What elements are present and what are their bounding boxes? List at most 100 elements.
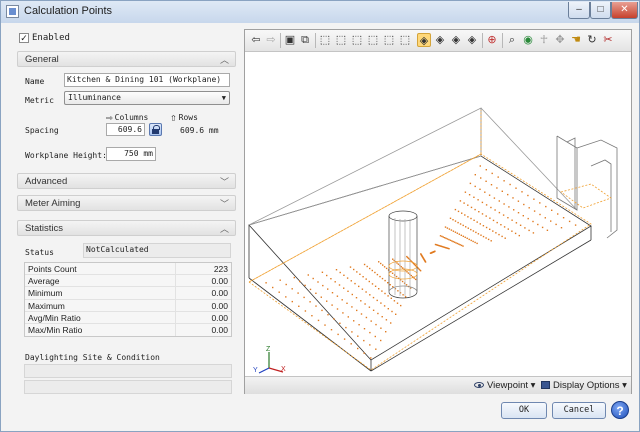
arrow-right-icon[interactable]: ⇨ <box>264 33 278 47</box>
calculation-point <box>317 319 320 322</box>
calculation-point <box>444 237 446 239</box>
crosshair-icon[interactable]: ⊕ <box>485 33 499 47</box>
chevron-down-icon: ﹀ <box>219 177 229 187</box>
stat-value: 0.00 <box>211 288 228 299</box>
calculation-point <box>375 323 377 326</box>
view-cube-left-icon[interactable]: ⬚ <box>350 33 364 47</box>
calculation-point <box>385 267 388 270</box>
maximize-button[interactable]: □ <box>590 2 611 19</box>
stat-label: Points Count <box>28 264 77 274</box>
workplane-height-input[interactable]: 750 mm <box>106 147 156 161</box>
calculation-point <box>488 194 491 196</box>
cancel-button[interactable]: Cancel <box>552 402 606 419</box>
display-options-menu[interactable]: Display Options ▾ <box>541 380 627 391</box>
zoom-extents-icon[interactable]: ◉ <box>521 33 535 47</box>
rotate-icon[interactable]: ↻ <box>585 33 599 47</box>
calculation-point <box>265 282 267 284</box>
hand-icon[interactable]: ☚ <box>569 33 583 47</box>
rows-direction-button[interactable]: ⇧ Rows <box>170 111 198 124</box>
walk-icon[interactable]: ☥ <box>537 33 551 47</box>
calculation-point <box>481 213 484 215</box>
pan-icon[interactable]: ✥ <box>553 33 567 47</box>
calculation-point <box>450 229 453 231</box>
enabled-label: Enabled <box>32 33 70 43</box>
calculation-point <box>363 352 365 354</box>
copy-icon[interactable]: ⧉ <box>298 33 312 47</box>
view-cube-top-icon[interactable]: ⬚ <box>382 33 396 47</box>
calculation-point <box>495 232 497 234</box>
view-iso-front-icon[interactable]: ◈ <box>417 33 431 47</box>
calculation-point <box>508 206 510 208</box>
calculation-point <box>474 174 476 176</box>
view-cube-front-icon[interactable]: ⬚ <box>318 33 332 47</box>
wall-edge <box>480 107 578 211</box>
view-cube-back-icon[interactable]: ⬚ <box>334 33 348 47</box>
calculation-point <box>544 217 546 219</box>
spacing-columns-input[interactable]: 609.6 <box>106 123 145 136</box>
calculation-point <box>473 196 475 198</box>
name-input[interactable]: Kitchen & Dining 101 (Workplane) <box>64 73 230 87</box>
calculation-point <box>393 259 395 262</box>
table-row: Points Count 223 <box>25 263 231 276</box>
meter-aiming-section-header[interactable]: Meter Aiming ﹀ <box>17 195 236 211</box>
advanced-section-header[interactable]: Advanced ﹀ <box>17 173 236 189</box>
calculation-point <box>474 208 476 211</box>
zoom-icon[interactable]: ⌕ <box>505 33 519 47</box>
calculation-point <box>393 300 396 302</box>
calculation-point <box>335 269 338 271</box>
title-bar[interactable]: Calculation Points – □ ✕ <box>1 1 639 23</box>
calculation-point <box>475 231 477 234</box>
minimize-button[interactable]: – <box>568 2 590 19</box>
calculation-point <box>574 224 577 226</box>
enabled-checkbox[interactable]: ✓ <box>19 33 29 43</box>
calculation-point <box>366 265 368 268</box>
metric-select[interactable]: Illuminance ▼ <box>64 91 230 105</box>
calculation-point <box>504 237 506 239</box>
stat-value: 0.00 <box>211 324 228 335</box>
calculation-point <box>527 217 529 220</box>
calculation-point <box>485 237 487 239</box>
calculation-point <box>309 301 311 303</box>
workplane-height-label: Workplane Height: <box>25 151 107 160</box>
lock-icon[interactable] <box>149 123 162 136</box>
calculation-point <box>550 220 552 222</box>
view-cube-right-icon[interactable]: ⬚ <box>366 33 380 47</box>
calculation-point <box>458 233 460 235</box>
chevron-down-icon: ﹀ <box>219 199 229 209</box>
daylighting-condition-field[interactable] <box>24 380 232 394</box>
daylighting-site-field[interactable] <box>24 364 232 378</box>
calculation-point <box>372 309 375 311</box>
ok-button[interactable]: OK <box>501 402 547 419</box>
calculation-point <box>333 318 335 320</box>
calculation-point <box>278 291 280 293</box>
spacing-rows-value[interactable]: 609.6 mm <box>180 126 219 135</box>
statistics-section-header[interactable]: Statistics ︿ <box>17 220 236 236</box>
view-iso-back-icon[interactable]: ◈ <box>449 33 463 47</box>
save-icon[interactable]: ▣ <box>283 33 297 47</box>
calculation-point <box>523 203 525 206</box>
calculation-point <box>381 290 383 292</box>
view-cube-bottom-icon[interactable]: ⬚ <box>398 33 412 47</box>
scissors-icon[interactable]: ✂ <box>601 33 615 47</box>
calculation-point <box>474 185 476 188</box>
3d-viewport[interactable]: ⇦ ⇨ ▣ ⧉ ⬚ ⬚ ⬚ ⬚ ⬚ ⬚ ◈ ◈ ◈ ◈ ⊕ ⌕ ◉ ☥ ✥ ☚ … <box>244 29 632 394</box>
room-3d-scene[interactable]: Z X Y <box>245 52 631 376</box>
viewpoint-menu[interactable]: Viewpoint ▾ <box>474 380 535 391</box>
calculation-point <box>479 165 481 167</box>
calculation-point <box>339 322 341 324</box>
monitor-icon <box>541 381 550 389</box>
arrow-left-icon[interactable]: ⇦ <box>249 33 263 47</box>
close-button[interactable]: ✕ <box>611 2 638 19</box>
calculation-point <box>537 223 539 226</box>
view-iso-left-icon[interactable]: ◈ <box>465 33 479 47</box>
help-icon[interactable]: ? <box>611 401 629 419</box>
calculation-point <box>400 304 402 307</box>
calculation-point <box>464 214 466 216</box>
back-wall <box>248 107 482 226</box>
calculation-point <box>487 238 490 241</box>
name-label: Name <box>25 77 45 86</box>
calculation-point <box>334 281 336 283</box>
calculation-point <box>365 291 367 293</box>
general-section-header[interactable]: General ︿ <box>17 51 236 67</box>
view-iso-right-icon[interactable]: ◈ <box>433 33 447 47</box>
